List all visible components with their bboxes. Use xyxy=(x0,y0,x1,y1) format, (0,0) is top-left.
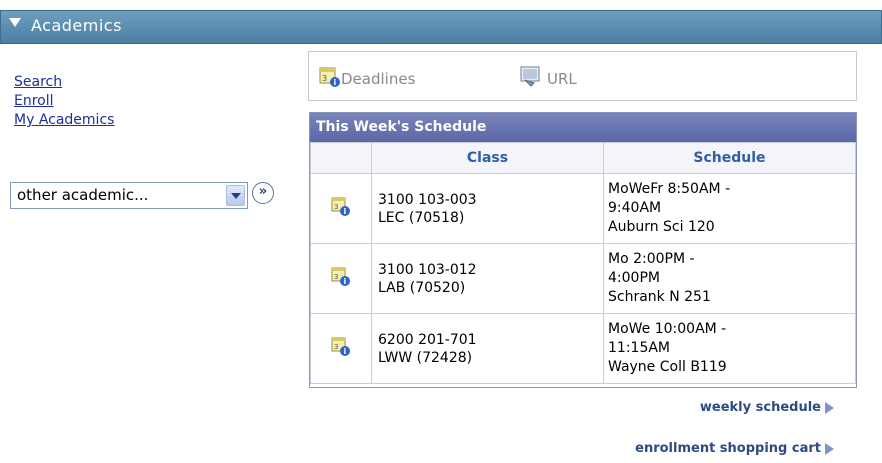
class-section: LEC (70518) xyxy=(378,209,465,226)
select-value: other academic... xyxy=(17,186,149,204)
triangle-down-icon[interactable] xyxy=(9,18,21,27)
section-title: Academics xyxy=(31,16,122,35)
schedule-location: Schrank N 251 xyxy=(608,289,711,305)
header: Academics xyxy=(0,0,882,44)
svg-text:i: i xyxy=(344,347,347,356)
svg-text:3: 3 xyxy=(334,343,338,351)
chevron-down-icon[interactable] xyxy=(226,185,245,206)
url-icon xyxy=(520,66,540,87)
column-header-schedule: Schedule xyxy=(603,142,856,174)
schedule-location: Wayne Coll B119 xyxy=(608,359,727,375)
table-row: 3 i 3100 103-012 LAB (70520) Mo 2:00PM -… xyxy=(310,243,856,314)
svg-text:3: 3 xyxy=(334,273,338,281)
class-cell: 3100 103-003 LEC (70518) xyxy=(371,173,604,244)
enrollment-cart-label: enrollment shopping cart xyxy=(635,441,821,456)
other-academic-select[interactable]: other academic... xyxy=(10,182,248,209)
schedule-days-time: Mo 2:00PM - xyxy=(608,251,695,267)
table-row: 3 i 6200 201-701 LWW (72428) MoWe 10:00A… xyxy=(310,313,856,384)
schedule-end-time: 11:15AM xyxy=(608,340,671,356)
class-section: LAB (70520) xyxy=(378,279,466,296)
class-number: 3100 103-012 xyxy=(378,261,477,278)
schedule-table: Class Schedule 3 i 3100 103-003 LEC (705… xyxy=(310,142,856,384)
schedule-end-time: 4:00PM xyxy=(608,270,660,286)
svg-text:i: i xyxy=(344,277,347,286)
svg-text:3: 3 xyxy=(322,74,327,83)
academics-links: Search Enroll My Academics xyxy=(14,73,114,130)
class-section: LWW (72428) xyxy=(378,349,473,366)
search-link[interactable]: Search xyxy=(14,73,114,92)
url-button[interactable]: URL xyxy=(519,66,577,88)
class-cell: 3100 103-012 LAB (70520) xyxy=(371,243,604,314)
row-icon-cell[interactable]: 3 i xyxy=(310,313,372,384)
url-label: URL xyxy=(547,70,577,88)
enrollment-cart-link[interactable]: enrollment shopping cart xyxy=(635,441,834,456)
deadlines-calendar-icon: 3 i xyxy=(319,67,340,87)
schedule-end-time: 9:40AM xyxy=(608,200,662,216)
arrow-right-icon xyxy=(825,401,834,414)
column-header-class: Class xyxy=(371,142,604,174)
calendar-info-icon[interactable]: 3 i xyxy=(331,267,351,287)
svg-text:3: 3 xyxy=(334,203,338,211)
class-cell: 6200 201-701 LWW (72428) xyxy=(371,313,604,384)
schedule-cell: MoWe 10:00AM - 11:15AM Wayne Coll B119 xyxy=(603,313,856,384)
class-number: 6200 201-701 xyxy=(378,331,477,348)
schedule-days-time: MoWe 10:00AM - xyxy=(608,321,727,337)
schedule-location: Auburn Sci 120 xyxy=(608,219,715,235)
panel-title: This Week's Schedule xyxy=(310,113,856,142)
section-header-bar[interactable]: Academics xyxy=(0,10,882,44)
calendar-info-icon[interactable]: 3 i xyxy=(331,197,351,217)
arrow-right-icon xyxy=(825,442,834,455)
schedule-cell: MoWeFr 8:50AM - 9:40AM Auburn Sci 120 xyxy=(603,173,856,244)
weekly-schedule-label: weekly schedule xyxy=(699,400,821,415)
class-number: 3100 103-003 xyxy=(378,191,477,208)
deadlines-label: Deadlines xyxy=(341,70,416,88)
enroll-link[interactable]: Enroll xyxy=(14,92,114,111)
row-icon-cell[interactable]: 3 i xyxy=(310,173,372,244)
schedule-cell: Mo 2:00PM - 4:00PM Schrank N 251 xyxy=(603,243,856,314)
weekly-schedule-link[interactable]: weekly schedule xyxy=(700,400,834,415)
my-academics-link[interactable]: My Academics xyxy=(14,111,114,130)
column-header-icon xyxy=(310,142,372,174)
calendar-info-icon[interactable]: 3 i xyxy=(331,337,351,357)
svg-text:i: i xyxy=(334,78,337,87)
table-row: 3 i 3100 103-003 LEC (70518) MoWeFr 8:50… xyxy=(310,173,856,244)
table-header-row: Class Schedule xyxy=(310,142,856,174)
deadlines-button[interactable]: 3 i Deadlines xyxy=(319,66,415,88)
row-icon-cell[interactable]: 3 i xyxy=(310,243,372,314)
schedule-days-time: MoWeFr 8:50AM - xyxy=(608,181,731,197)
toolbar: 3 i Deadlines URL xyxy=(308,51,857,101)
weekly-schedule-panel: This Week's Schedule Class Schedule 3 i … xyxy=(309,112,857,388)
double-chevron-right-icon: » xyxy=(258,184,268,199)
svg-text:i: i xyxy=(344,207,347,216)
go-button[interactable]: » xyxy=(252,182,274,204)
